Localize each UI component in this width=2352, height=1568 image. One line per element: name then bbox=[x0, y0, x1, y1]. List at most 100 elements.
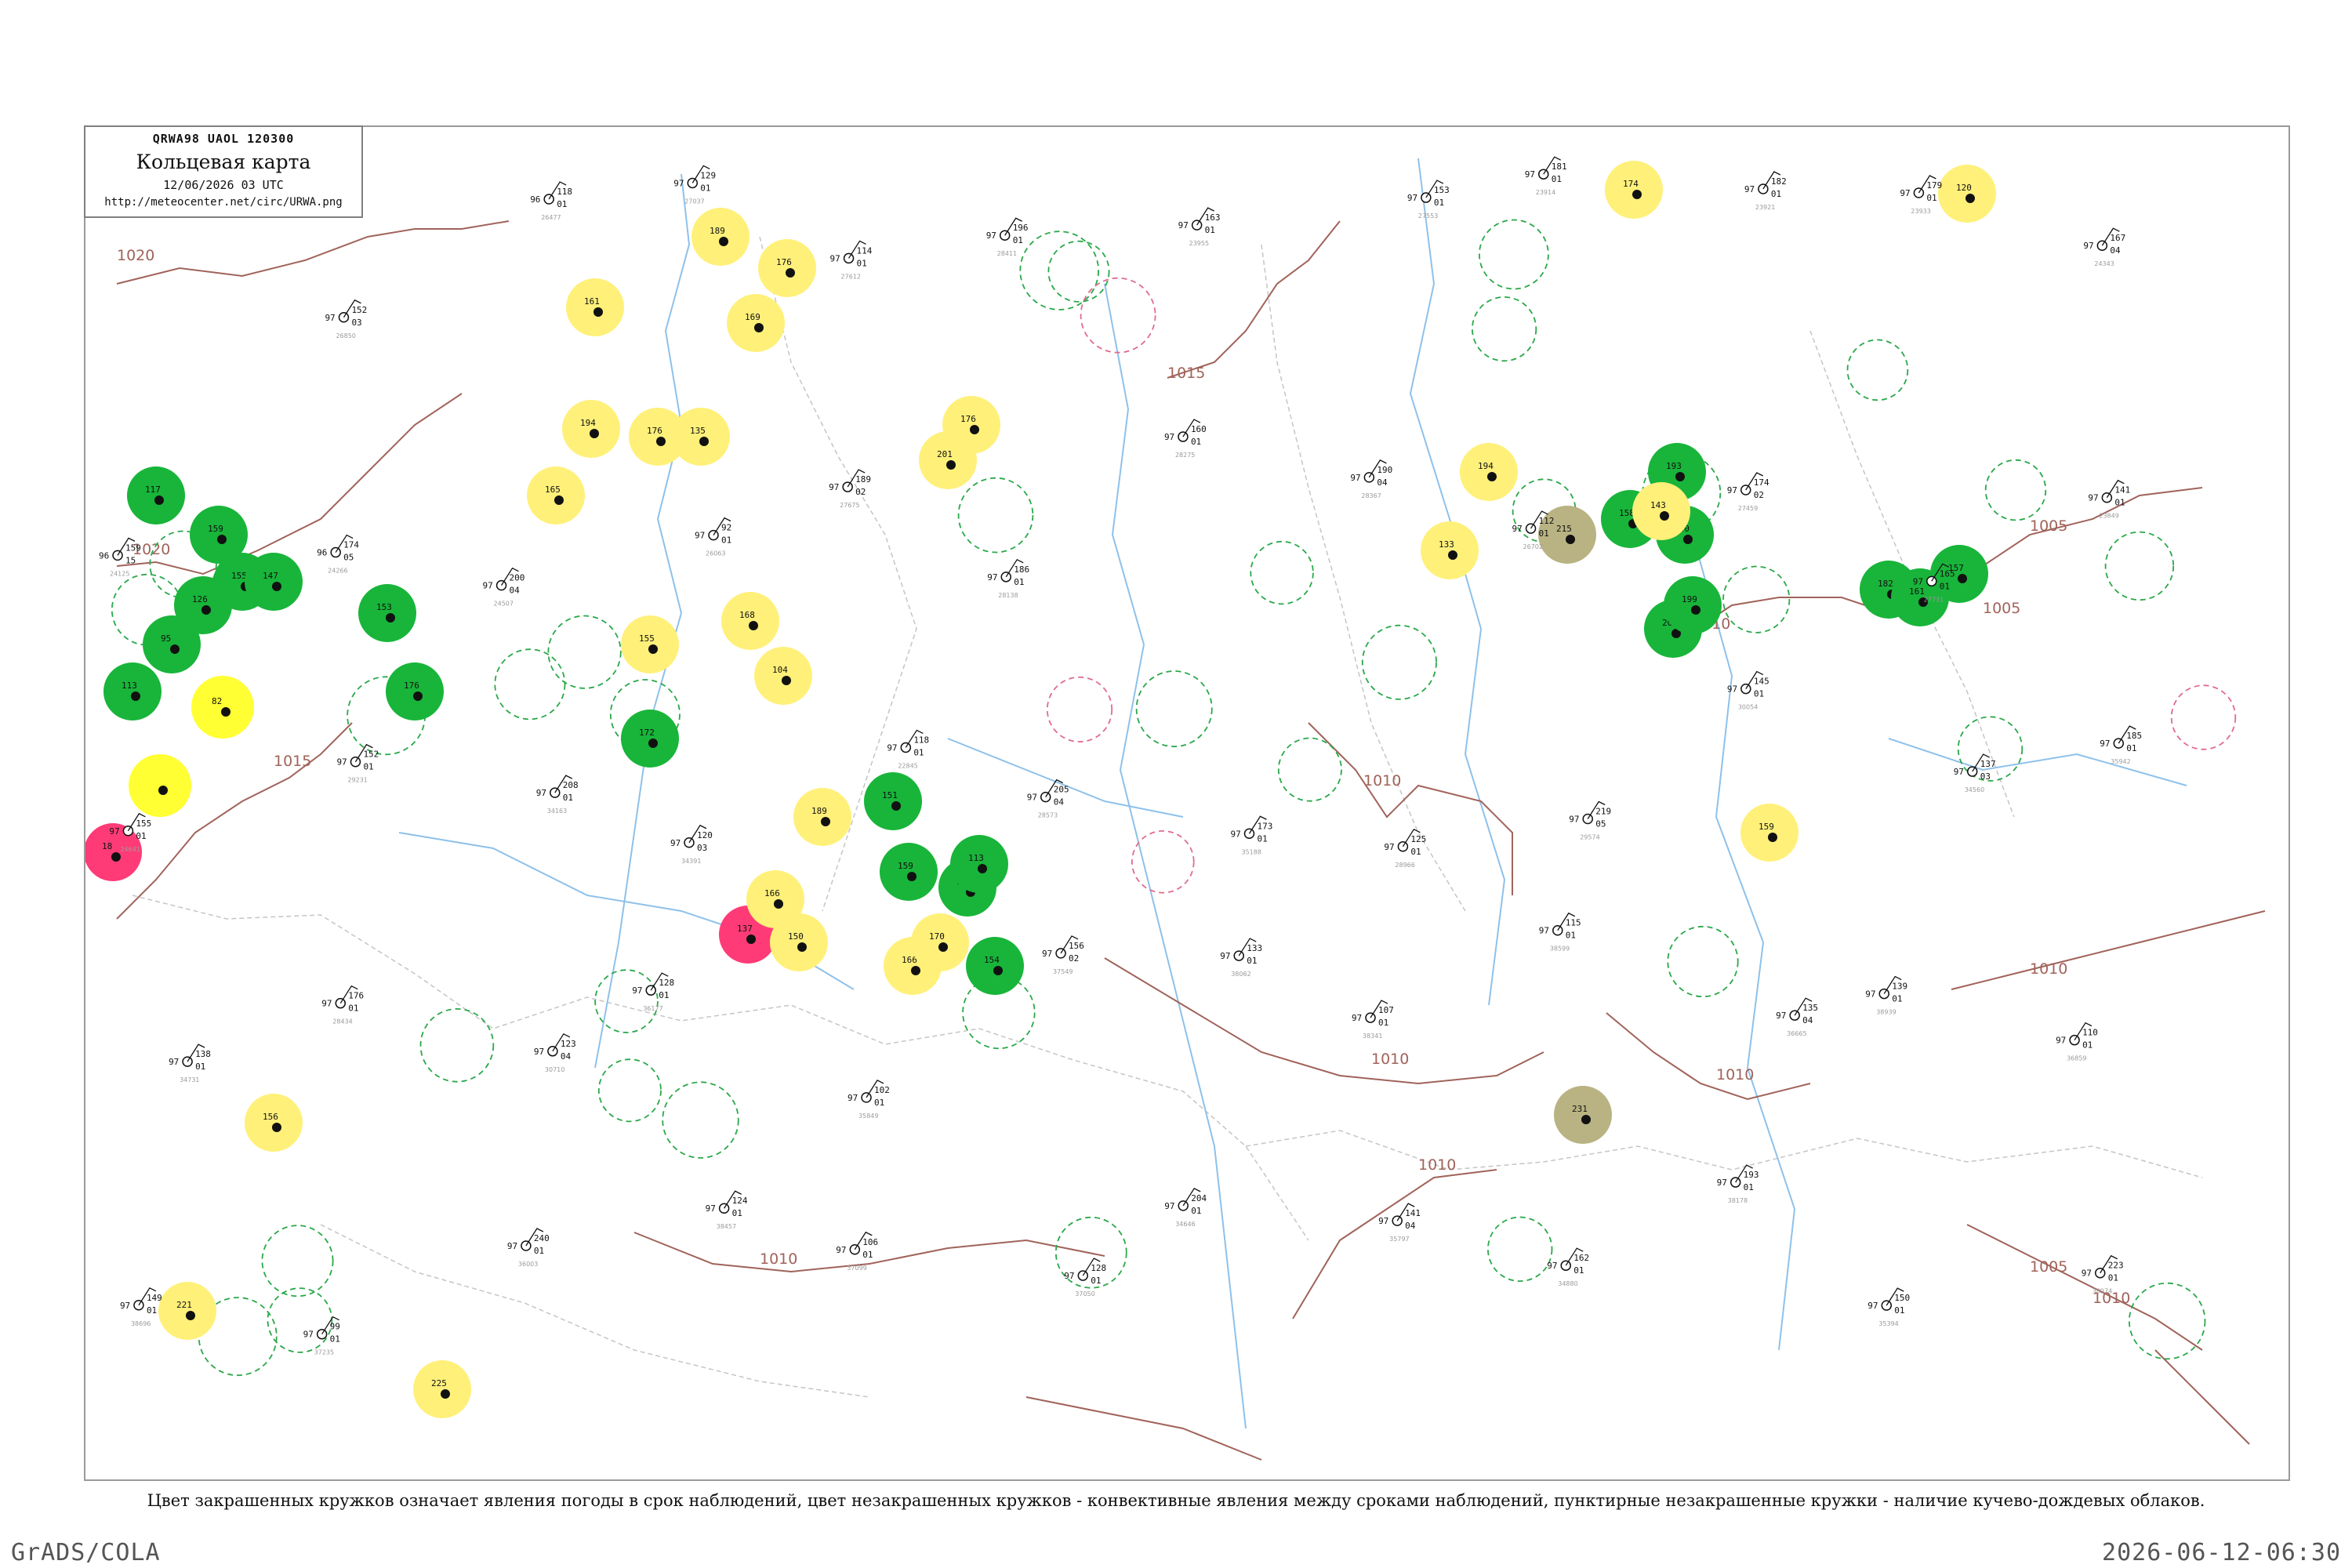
cumulonimbus-ring bbox=[419, 1008, 495, 1083]
station-pressure: 124 bbox=[732, 1196, 748, 1206]
station-plot: 167 97 04 24343 bbox=[2083, 227, 2125, 267]
station-dew: 02 bbox=[1754, 490, 1764, 500]
station-pressure: 173 bbox=[1257, 821, 1272, 831]
station-dot bbox=[699, 437, 709, 446]
station-temp: 97 bbox=[836, 1245, 846, 1255]
station-dot bbox=[386, 613, 395, 622]
marker-pressure: 176 bbox=[647, 426, 662, 436]
station-plot: 125 97 01 28966 bbox=[1384, 828, 1426, 869]
marker-pressure: 215 bbox=[1556, 524, 1572, 534]
marker-pressure: 113 bbox=[968, 853, 984, 863]
station-id: 35849 bbox=[858, 1112, 878, 1120]
cumulonimbus-ring bbox=[547, 615, 622, 689]
station-temp: 97 bbox=[303, 1330, 314, 1340]
isobars: 1020102010151015101010101010101010101010… bbox=[116, 220, 2266, 1461]
station-dew: 03 bbox=[351, 318, 361, 328]
cumulonimbus-ring bbox=[957, 477, 1034, 554]
boundary-line bbox=[1261, 244, 1466, 912]
marker-pressure: 154 bbox=[984, 955, 1000, 965]
isobar-label: 1005 bbox=[2030, 1258, 2067, 1276]
cumulonimbus-ring bbox=[662, 1081, 739, 1159]
isobar-line bbox=[1025, 1396, 1262, 1461]
station-circle bbox=[1191, 220, 1203, 230]
station-temp: 97 bbox=[1064, 1271, 1074, 1281]
station-pressure: 174 bbox=[343, 540, 359, 550]
station-pressure: 162 bbox=[1573, 1253, 1589, 1263]
weather-marker-rain bbox=[880, 843, 938, 901]
station-temp: 97 bbox=[1717, 1178, 1727, 1188]
station-dot bbox=[1660, 511, 1669, 521]
station-plot: 153 97 01 27553 bbox=[1407, 180, 1450, 220]
station-pressure: 138 bbox=[195, 1049, 211, 1059]
station-id: 38341 bbox=[1363, 1033, 1382, 1040]
station-dew: 01 bbox=[136, 831, 146, 841]
marker-pressure: 231 bbox=[1572, 1104, 1588, 1114]
cumulonimbus-ring bbox=[2128, 1282, 2206, 1360]
station-pressure: 99 bbox=[330, 1322, 340, 1332]
station-dew: 01 bbox=[2126, 743, 2136, 753]
station-temp: 97 bbox=[1220, 951, 1230, 961]
legend-caption: Цвет закрашенных кружков означает явлени… bbox=[147, 1491, 2205, 1510]
station-temp: 97 bbox=[1407, 193, 1417, 203]
weather-marker-haze bbox=[672, 408, 730, 466]
cumulonimbus-ring bbox=[1277, 737, 1342, 802]
cumulonimbus-ring bbox=[1046, 676, 1113, 743]
station-pressure: 152 bbox=[363, 750, 379, 760]
station-dew: 03 bbox=[1980, 771, 1991, 782]
station-dot bbox=[131, 691, 140, 701]
cumulonimbus-ring bbox=[1846, 339, 1909, 401]
station-plot: 181 97 01 23914 bbox=[1525, 156, 1567, 196]
cumulonimbus-ring bbox=[1667, 925, 1739, 998]
cumulonimbus-ring bbox=[1479, 219, 1549, 290]
station-pressure: 114 bbox=[857, 245, 873, 256]
station-plot: 118 96 01 26477 bbox=[530, 181, 572, 221]
station-pressure: 141 bbox=[1405, 1208, 1421, 1218]
station-temp: 97 bbox=[2082, 1269, 2092, 1279]
weather-marker-haze bbox=[1605, 161, 1663, 219]
isobar-label: 1010 bbox=[1716, 1066, 1754, 1083]
cumulonimbus-ring bbox=[1080, 277, 1156, 354]
marker-pressure: 176 bbox=[776, 257, 792, 267]
cumulonimbus-ring bbox=[2170, 684, 2237, 750]
isobar-label: 1005 bbox=[2030, 517, 2067, 535]
station-pressure: 181 bbox=[1552, 162, 1567, 172]
station-plot: 123 97 04 30710 bbox=[534, 1033, 576, 1073]
station-id: 35394 bbox=[1878, 1320, 1898, 1327]
map-area[interactable]: 1020 1020 1015 1015 1010 1010 1010 1010 1010 1010… bbox=[84, 125, 2290, 1481]
bulletin-code: QRWA98 UAOL 120300 bbox=[152, 132, 295, 146]
station-dew: 01 bbox=[1191, 1206, 1201, 1216]
station-dot bbox=[186, 1311, 195, 1320]
station-dew: 01 bbox=[1191, 437, 1201, 447]
station-dew: 01 bbox=[195, 1062, 205, 1072]
source-url[interactable]: http://meteocenter.net/circ/URWA.png bbox=[85, 196, 361, 209]
station-dew: 01 bbox=[330, 1334, 340, 1345]
marker-pressure: 82 bbox=[212, 696, 222, 706]
station-dot bbox=[1487, 472, 1497, 481]
isobar-label: 1005 bbox=[1983, 600, 2020, 617]
station-pressure: 118 bbox=[557, 187, 572, 197]
river bbox=[947, 738, 1184, 818]
station-dew: 01 bbox=[1894, 1305, 1904, 1316]
weather-map-svg: 1020102010151015101010101010101010101010… bbox=[85, 156, 2266, 1461]
river bbox=[1692, 534, 1796, 1351]
marker-pressure: 165 bbox=[545, 485, 561, 495]
station-dot bbox=[170, 644, 180, 654]
station-dew: 01 bbox=[732, 1208, 742, 1218]
station-dot bbox=[1768, 833, 1777, 842]
station-dot bbox=[970, 425, 979, 434]
station-plot: 129 97 01 27037 bbox=[673, 165, 716, 205]
station-id: 36177 bbox=[643, 1005, 662, 1012]
station-plot: 99 97 01 37235 bbox=[303, 1316, 340, 1356]
marker-pressure: 176 bbox=[404, 681, 419, 691]
marker-pressure: 189 bbox=[710, 226, 725, 236]
station-pressure: 102 bbox=[874, 1085, 890, 1095]
station-temp: 97 bbox=[987, 572, 997, 583]
station-pressure: 149 bbox=[147, 1293, 162, 1303]
station-temp: 97 bbox=[1913, 576, 1923, 586]
river bbox=[1888, 738, 2187, 786]
station-temp: 97 bbox=[534, 1047, 544, 1057]
station-pressure: 204 bbox=[1191, 1193, 1207, 1203]
station-pressure: 174 bbox=[1754, 477, 1769, 488]
station-temp: 97 bbox=[1744, 184, 1755, 194]
marker-pressure: 172 bbox=[639, 728, 655, 738]
